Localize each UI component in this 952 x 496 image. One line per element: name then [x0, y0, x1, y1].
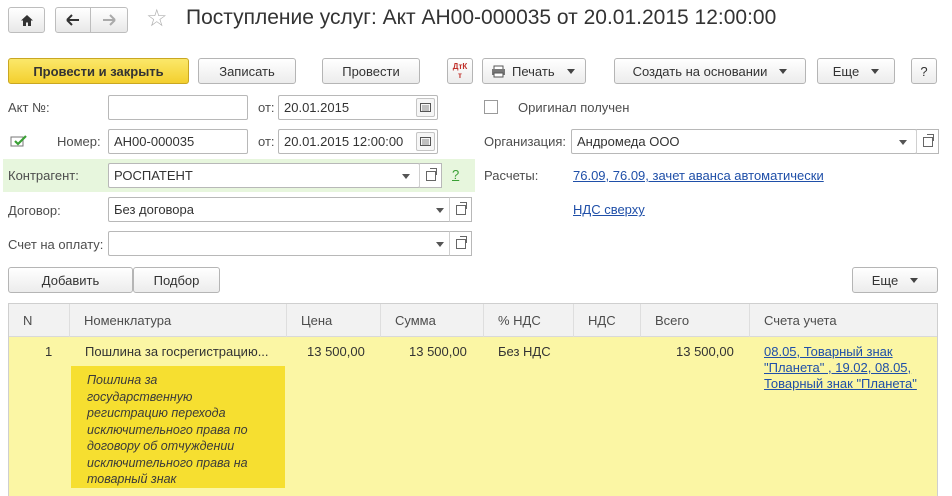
chevron-down-icon[interactable]: [429, 235, 451, 254]
chevron-down-icon[interactable]: [395, 167, 417, 186]
tooltip-line: товарный знак: [87, 472, 177, 486]
back-button[interactable]: [55, 7, 91, 33]
header-total[interactable]: Всего: [640, 304, 749, 337]
open-icon: [425, 167, 437, 181]
calendar-icon[interactable]: [416, 132, 435, 151]
header-n[interactable]: N: [9, 304, 69, 337]
more-label: Еще: [832, 63, 860, 79]
chevron-down-icon[interactable]: [892, 133, 914, 152]
number-label: Номер:: [57, 134, 101, 149]
act-date-field[interactable]: 20.01.2015: [278, 95, 438, 120]
invoice-field[interactable]: [108, 231, 454, 256]
home-icon: [20, 14, 33, 26]
table-more-button[interactable]: Еще: [852, 267, 938, 293]
contract-value: Без договора: [114, 202, 194, 217]
act-number-field[interactable]: [108, 95, 248, 120]
original-received-checkbox[interactable]: [484, 100, 498, 114]
contract-open-button[interactable]: [449, 197, 472, 222]
save-button[interactable]: Записать: [198, 58, 296, 84]
cell-price[interactable]: 13 500,00: [307, 344, 365, 359]
number-date-value: 20.01.2015 12:00:00: [284, 134, 404, 149]
printer-icon: [492, 65, 505, 77]
header-vat-rate[interactable]: % НДС: [483, 304, 573, 337]
header-sum[interactable]: Сумма: [380, 304, 483, 337]
tooltip-line: регистрацию перехода: [87, 406, 226, 420]
chevron-down-icon: [871, 68, 880, 74]
chevron-down-icon: [779, 68, 788, 74]
chevron-down-icon: [910, 277, 919, 283]
vat-on-top-link[interactable]: НДС сверху: [573, 202, 645, 217]
contractor-help-link[interactable]: ?: [452, 167, 459, 182]
open-icon: [455, 201, 467, 215]
cell-n: 1: [45, 344, 53, 359]
header-accounts[interactable]: Счета учета: [749, 304, 937, 337]
contractor-label: Контрагент:: [8, 168, 79, 183]
cell-accounts-link[interactable]: 08.05, Товарный знак "Планета" , 19.02, …: [764, 344, 929, 392]
number-date-label: от:: [258, 134, 275, 149]
contractor-value: РОСПАТЕНТ: [114, 168, 193, 183]
post-button[interactable]: Провести: [322, 58, 420, 84]
posted-check-icon: [10, 135, 27, 147]
pick-button[interactable]: Подбор: [133, 267, 220, 293]
header-price[interactable]: Цена: [286, 304, 380, 337]
organization-field[interactable]: Андромеда ООО: [571, 129, 917, 154]
open-icon: [455, 235, 467, 249]
chevron-down-icon[interactable]: [429, 201, 451, 220]
invoice-open-button[interactable]: [449, 231, 472, 256]
invoice-label: Счет на оплату:: [8, 237, 104, 252]
settlements-label: Расчеты:: [484, 168, 539, 183]
number-field[interactable]: АН00-000035: [108, 129, 248, 154]
tooltip-line: исключительного права по: [87, 422, 248, 437]
calendar-icon[interactable]: [416, 98, 435, 117]
act-date-value: 20.01.2015: [284, 100, 350, 115]
settlements-link[interactable]: 76.09, 76.09, зачет аванса автоматически: [573, 168, 824, 183]
chevron-down-icon: [566, 68, 575, 74]
help-button[interactable]: ?: [911, 58, 937, 84]
print-button[interactable]: Печать: [482, 58, 586, 84]
post-and-close-button[interactable]: Провести и закрыть: [8, 58, 189, 84]
header-nomenclature[interactable]: Номенклатура: [69, 304, 286, 337]
accounts-line: Товарный знак "Планета": [764, 376, 917, 391]
print-label: Печать: [512, 63, 555, 79]
cell-nomenclature[interactable]: Пошлина за госрегистрацию...: [85, 344, 269, 359]
dtkt-button[interactable]: ДтКт: [447, 58, 473, 84]
forward-button[interactable]: [90, 7, 128, 33]
accounts-line: 08.05, Товарный знак: [764, 344, 893, 359]
organization-value: Андромеда ООО: [577, 134, 680, 149]
arrow-right-icon: [103, 14, 116, 26]
cell-vat-rate[interactable]: Без НДС: [498, 344, 551, 359]
tooltip-line: договору об отчуждении: [87, 439, 235, 453]
create-based-on-button[interactable]: Создать на основании: [614, 58, 806, 84]
nomenclature-tooltip: Пошлина за государственную регистрацию п…: [71, 366, 285, 488]
add-row-button[interactable]: Добавить: [8, 267, 133, 293]
tooltip-line: Пошлина за: [87, 373, 158, 387]
page-title: Поступление услуг: Акт АН00-000035 от 20…: [186, 6, 777, 29]
table-more-label: Еще: [871, 272, 899, 288]
contractor-field[interactable]: РОСПАТЕНТ: [108, 163, 420, 188]
number-date-field[interactable]: 20.01.2015 12:00:00: [278, 129, 438, 154]
original-received-label: Оригинал получен: [518, 100, 630, 115]
home-button[interactable]: [8, 7, 45, 33]
goods-table: N Номенклатура Цена Сумма % НДС НДС Всег…: [8, 303, 938, 496]
dtkt-icon: ДтКт: [452, 62, 468, 80]
contractor-open-button[interactable]: [419, 163, 442, 188]
cell-sum[interactable]: 13 500,00: [409, 344, 467, 359]
more-button[interactable]: Еще: [817, 58, 895, 84]
contract-field[interactable]: Без договора: [108, 197, 454, 222]
accounts-line: "Планета" , 19.02, 08.05,: [764, 360, 912, 375]
tooltip-line: исключительного права на: [87, 455, 248, 470]
contract-label: Договор:: [8, 203, 61, 218]
act-number-label: Акт №:: [8, 100, 50, 115]
act-date-label: от:: [258, 100, 275, 115]
organization-label: Организация:: [484, 134, 567, 149]
header-vat[interactable]: НДС: [573, 304, 640, 337]
organization-open-button[interactable]: [916, 129, 939, 154]
star-icon[interactable]: ☆: [146, 6, 168, 32]
arrow-left-icon: [66, 14, 79, 26]
tooltip-line: государственную: [87, 389, 193, 404]
cell-total[interactable]: 13 500,00: [676, 344, 734, 359]
open-icon: [922, 133, 934, 147]
create-based-on-label: Создать на основании: [632, 63, 768, 79]
table-header: N Номенклатура Цена Сумма % НДС НДС Всег…: [9, 304, 937, 337]
